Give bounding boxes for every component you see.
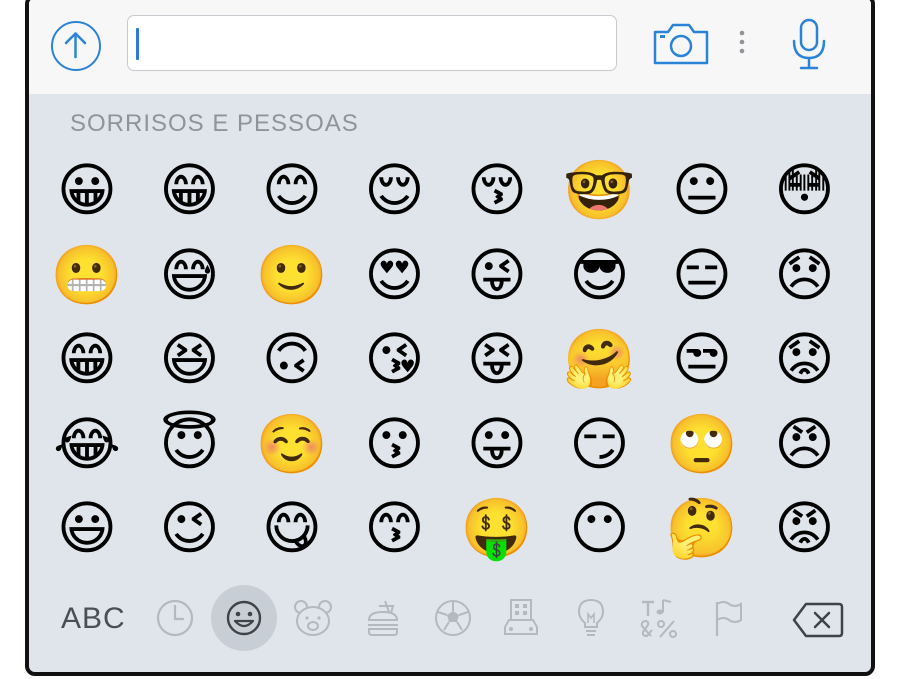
- food-category-button[interactable]: [361, 596, 405, 640]
- emoji-key[interactable]: 😂: [45, 402, 129, 486]
- clock-icon: [156, 599, 194, 637]
- emoji-key[interactable]: 😋: [250, 486, 334, 570]
- emoji-key[interactable]: 🙂: [250, 233, 334, 317]
- emoji-category-bar: ABC: [29, 576, 871, 672]
- emoji-key[interactable]: 😙: [353, 486, 437, 570]
- more-options-button[interactable]: [735, 28, 749, 64]
- objects-category-button[interactable]: [569, 596, 613, 640]
- smileys-category-button[interactable]: [222, 596, 266, 640]
- emoji-key[interactable]: 😊: [250, 148, 334, 232]
- travel-category-button[interactable]: [499, 596, 543, 640]
- vertical-dots-icon: [739, 30, 745, 54]
- app-window: SORRISOS E PESSOAS 😀 😁 😊 😌 😚 🤓 😐 😳 😬 😅 🙂 😍 😜 😎 😑 😞 😁 😆 🙃 😘 😝…: [25, 0, 875, 676]
- animals-category-button[interactable]: [291, 596, 335, 640]
- emoji-key[interactable]: 😝: [455, 317, 539, 401]
- emoji-key[interactable]: 😀: [45, 148, 129, 232]
- emoji-key[interactable]: 🤑: [455, 486, 539, 570]
- text-caret: [136, 28, 139, 60]
- microphone-icon: [792, 18, 826, 70]
- emoji-key[interactable]: 😬: [45, 233, 129, 317]
- emoji-grid: 😀 😁 😊 😌 😚 🤓 😐 😳 😬 😅 🙂 😍 😜 😎 😑 😞 😁 😆 🙃 😘 😝 🤗 😒 😟 😂 😇 ☺️ 😗 😛 😏 🙄 😠 😃 😉 😋 😙 🤑 😶 🤔…: [45, 148, 871, 578]
- burger-icon: [367, 600, 399, 636]
- emoji-key[interactable]: 😁: [45, 317, 129, 401]
- emoji-key[interactable]: 😜: [455, 233, 539, 317]
- activity-category-button[interactable]: [431, 596, 475, 640]
- emoji-key[interactable]: 🤗: [558, 317, 642, 401]
- emoji-key[interactable]: 😳: [763, 148, 847, 232]
- emoji-key[interactable]: 😛: [455, 402, 539, 486]
- emoji-key[interactable]: 😆: [148, 317, 232, 401]
- emoji-key[interactable]: 🤓: [558, 148, 642, 232]
- message-input-bar: [29, 0, 871, 94]
- message-input[interactable]: [127, 15, 617, 71]
- microphone-button[interactable]: [789, 17, 829, 73]
- symbols-category-button[interactable]: [637, 596, 681, 640]
- emoji-key[interactable]: 😉: [148, 486, 232, 570]
- soccer-ball-icon: [435, 600, 471, 636]
- emoji-key[interactable]: 😗: [353, 402, 437, 486]
- camera-icon: [653, 23, 709, 65]
- emoji-key[interactable]: 😡: [763, 486, 847, 570]
- smiley-icon: [226, 600, 262, 636]
- emoji-key[interactable]: 😎: [558, 233, 642, 317]
- emoji-key[interactable]: 😶: [558, 486, 642, 570]
- camera-button[interactable]: [652, 22, 710, 66]
- emoji-key[interactable]: 🙄: [660, 402, 744, 486]
- abc-keyboard-button[interactable]: ABC: [61, 602, 126, 636]
- emoji-key[interactable]: 😘: [353, 317, 437, 401]
- backspace-button[interactable]: [791, 600, 845, 640]
- emoji-key[interactable]: 😐: [660, 148, 744, 232]
- flag-icon: [715, 601, 742, 636]
- arrow-up-icon: [64, 32, 87, 59]
- emoji-key[interactable]: 😒: [660, 317, 744, 401]
- emoji-key[interactable]: 🙃: [250, 317, 334, 401]
- lightbulb-icon: [577, 598, 605, 636]
- emoji-key[interactable]: 😚: [455, 148, 539, 232]
- emoji-key[interactable]: 😞: [763, 233, 847, 317]
- emoji-key[interactable]: 😑: [660, 233, 744, 317]
- bear-icon: [294, 600, 332, 636]
- emoji-key[interactable]: 😍: [353, 233, 437, 317]
- emoji-key[interactable]: 😠: [763, 402, 847, 486]
- recent-category-button[interactable]: [153, 596, 197, 640]
- building-car-icon: [504, 599, 538, 635]
- emoji-key[interactable]: ☺️: [250, 402, 334, 486]
- emoji-section-title: SORRISOS E PESSOAS: [70, 110, 359, 137]
- backspace-icon: [792, 602, 844, 638]
- emoji-key[interactable]: 😌: [353, 148, 437, 232]
- emoji-key[interactable]: 😇: [148, 402, 232, 486]
- emoji-key[interactable]: 😁: [148, 148, 232, 232]
- emoji-key[interactable]: 😏: [558, 402, 642, 486]
- symbols-icon: [640, 599, 677, 638]
- emoji-key[interactable]: 😅: [148, 233, 232, 317]
- upload-button[interactable]: [51, 21, 101, 71]
- flags-category-button[interactable]: [707, 596, 751, 640]
- emoji-key[interactable]: 😟: [763, 317, 847, 401]
- emoji-key[interactable]: 🤔: [660, 486, 744, 570]
- emoji-key[interactable]: 😃: [45, 486, 129, 570]
